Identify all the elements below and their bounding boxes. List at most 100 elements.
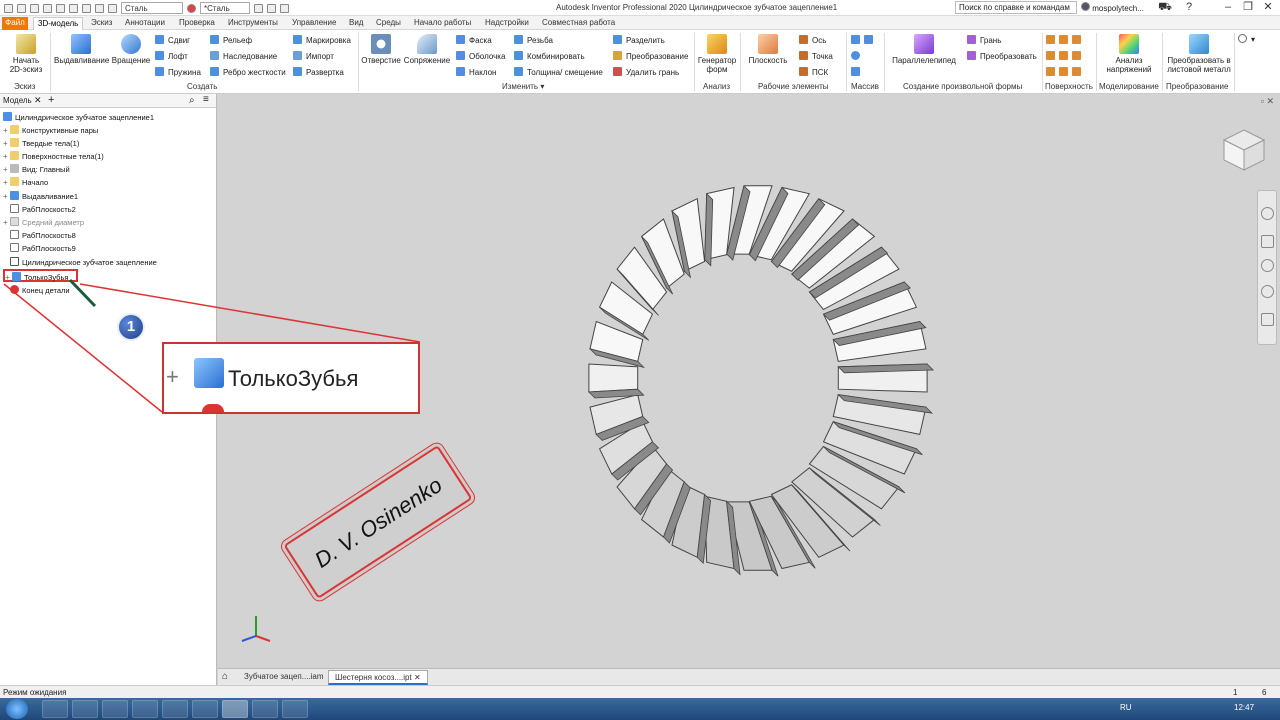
appearance-combo[interactable]: *Сталь [200, 2, 250, 14]
combine-button[interactable]: Комбинировать [514, 51, 585, 63]
tree-item-surface-bodies[interactable]: + Поверхностные тела(1) [3, 150, 104, 163]
close-doc-icon[interactable]: ✕ [414, 673, 421, 682]
tree-item-solid-bodies[interactable]: + Твердые тела(1) [3, 137, 79, 150]
expander-icon[interactable]: + [3, 176, 10, 189]
add-tab-icon[interactable]: + [48, 94, 54, 106]
convert-sheet-metal-button[interactable]: Преобразовать в листовой металл [1164, 34, 1234, 74]
redo-icon[interactable] [56, 3, 65, 13]
surface-tools-row1[interactable] [1046, 35, 1085, 47]
import-button[interactable]: Импорт [293, 51, 334, 63]
expander-icon[interactable]: + [3, 137, 10, 150]
surface-tools-row3[interactable] [1046, 67, 1085, 79]
minimize-button[interactable]: – [1220, 1, 1236, 14]
derive-button[interactable]: Наследование [210, 51, 277, 63]
pattern-rect-button[interactable] [851, 35, 877, 47]
home-icon[interactable] [69, 3, 78, 13]
start-sketch-button[interactable]: Начать 2D-эскиз [4, 34, 48, 74]
draft-button[interactable]: Наклон [456, 67, 496, 79]
tab-view[interactable]: Вид [345, 17, 367, 30]
extrude-button[interactable]: Выдавливание [54, 34, 109, 65]
menu-icon[interactable]: ≡ [203, 94, 209, 105]
close-tab-icon[interactable]: ✕ [34, 95, 42, 106]
chrome-icon[interactable] [192, 700, 218, 718]
loft-button[interactable]: Лофт [155, 51, 188, 63]
app-icon[interactable] [282, 700, 308, 718]
tab-annotate[interactable]: Аннотации [121, 17, 169, 30]
tab-tools[interactable]: Инструменты [224, 17, 282, 30]
doc-tab-gear-part[interactable]: Шестерня косоз....ipt ✕ [328, 670, 428, 685]
folder-icon[interactable] [132, 700, 158, 718]
word-icon[interactable] [252, 700, 278, 718]
doc-tab-assembly[interactable]: Зубчатое зацеп....iam [238, 670, 330, 685]
expander-icon[interactable]: + [3, 216, 10, 229]
tab-3d-model[interactable]: 3D-модель [33, 17, 84, 30]
explorer-icon[interactable] [72, 700, 98, 718]
split-button[interactable]: Разделить [613, 35, 665, 47]
help-icon[interactable]: ? [1181, 1, 1197, 14]
orbit-icon[interactable] [1261, 285, 1274, 298]
hole-button[interactable]: Отверстие [361, 34, 401, 65]
expander-icon[interactable]: + [3, 150, 10, 163]
thicken-button[interactable]: Толщина/ смещение [514, 67, 603, 79]
select-icon[interactable] [95, 3, 104, 13]
save-icon[interactable] [30, 3, 39, 13]
convert-button[interactable]: Преобразовать [967, 51, 1037, 63]
tab-model[interactable]: Модель [3, 96, 32, 105]
search-icon[interactable]: ⌕ [189, 95, 195, 106]
sweep-button[interactable]: Сдвиг [155, 35, 190, 47]
tab-environments[interactable]: Среды [372, 17, 405, 30]
pattern-circ-button[interactable] [851, 51, 864, 63]
rib-button[interactable]: Ребро жесткости [210, 67, 286, 79]
thread-button[interactable]: Резьба [514, 35, 553, 47]
tab-inspect[interactable]: Проверка [175, 17, 219, 30]
stress-analysis-button[interactable]: Анализ напряжений [1101, 34, 1157, 74]
tab-collaborate[interactable]: Совместная работа [538, 17, 619, 30]
fillet-button[interactable]: Сопряжение [403, 34, 451, 65]
chamfer-button[interactable]: Фаска [456, 35, 492, 47]
gear-tooth[interactable] [588, 363, 639, 393]
viewport-window-controls[interactable]: ▫ ✕ [1261, 96, 1274, 107]
tree-root[interactable]: Цилиндрическое зубчатое зацепление1 [3, 111, 154, 124]
close-button[interactable]: ✕ [1260, 1, 1276, 14]
viewcube[interactable] [1222, 128, 1266, 172]
tree-item-workplane8[interactable]: РабПлоскость8 [3, 229, 76, 242]
coil-button[interactable]: Пружина [155, 67, 201, 79]
inventor-icon[interactable] [222, 700, 248, 718]
pan-icon[interactable] [1261, 235, 1274, 248]
point-button[interactable]: Точка [799, 51, 833, 63]
new-file-icon[interactable] [4, 3, 13, 13]
axis-button[interactable]: Ось [799, 35, 826, 47]
tree-item-origin[interactable]: + Начало [3, 176, 48, 189]
revolve-button[interactable]: Вращение [110, 34, 152, 65]
ie-icon[interactable] [42, 700, 68, 718]
expander-icon[interactable]: + [3, 124, 10, 137]
decal-button[interactable]: Маркировка [293, 35, 351, 47]
delete-face-button[interactable]: Удалить грань [613, 67, 679, 79]
tab-addins[interactable]: Надстройки [481, 17, 533, 30]
restore-button[interactable]: ❐ [1240, 1, 1256, 14]
undo-icon[interactable] [43, 3, 52, 13]
shape-generator-button[interactable]: Генератор форм [697, 34, 737, 74]
fx-icon[interactable] [267, 3, 276, 13]
tree-item-extrusion1[interactable]: + Выдавливание1 [3, 190, 78, 203]
tab-sketch[interactable]: Эскиз [87, 17, 116, 30]
tree-item-workplane2[interactable]: РабПлоскость2 [3, 203, 76, 216]
expander-icon[interactable]: + [3, 190, 10, 203]
help-search-input[interactable]: Поиск по справке и командам [955, 1, 1077, 14]
tab-file[interactable]: Файл [2, 17, 28, 30]
tree-item-view[interactable]: + Вид: Главный [3, 163, 70, 176]
clear-appearance-icon[interactable] [254, 3, 263, 13]
opera-icon[interactable] [162, 700, 188, 718]
tree-item-relationships[interactable]: + Конструктивные пары [3, 124, 98, 137]
user-account[interactable]: mospolytech... [1081, 2, 1144, 13]
ucs-button[interactable]: ПСК [799, 67, 828, 79]
unwrap-button[interactable]: Развертка [293, 67, 344, 79]
pattern-sketch-button[interactable] [851, 67, 864, 79]
face-button[interactable]: Грань [967, 35, 1001, 47]
start-button-icon[interactable] [6, 699, 28, 719]
emboss-button[interactable]: Рельеф [210, 35, 252, 47]
ribbon-options-button[interactable]: ▾ [1238, 34, 1255, 46]
media-player-icon[interactable] [102, 700, 128, 718]
language-indicator[interactable]: RU [1120, 703, 1132, 712]
steering-wheel-icon[interactable] [1261, 207, 1274, 220]
